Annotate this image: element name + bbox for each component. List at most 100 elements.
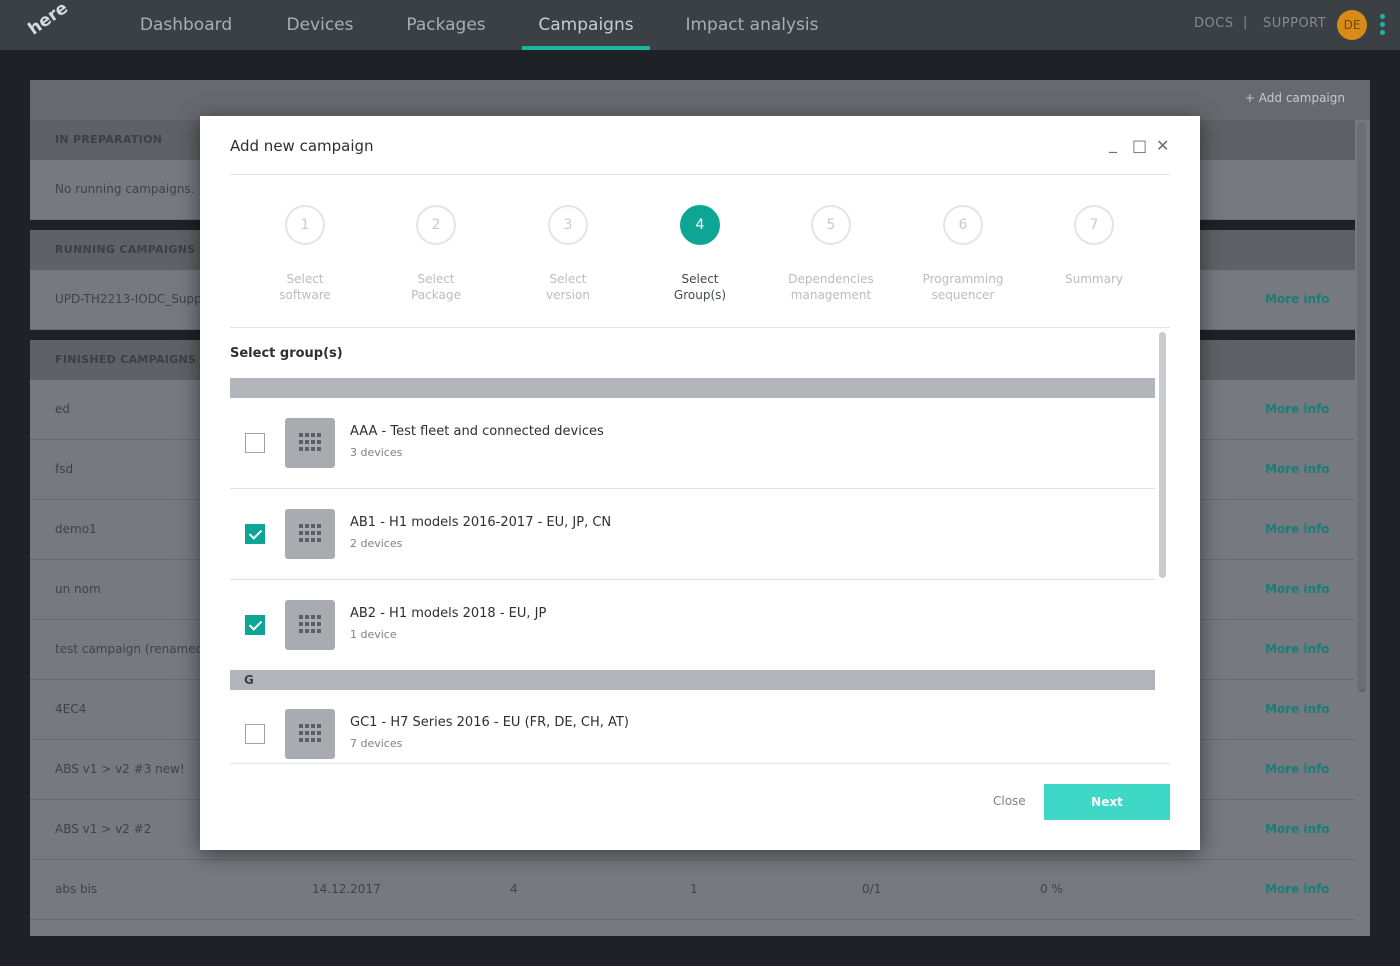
letter-header (230, 378, 1155, 398)
group-name: AAA - Test fleet and connected devices (350, 424, 604, 439)
nav-packages[interactable]: Packages (391, 0, 501, 50)
here-logo[interactable]: here (25, 0, 72, 47)
list-title: Select group(s) (230, 346, 343, 361)
support-link[interactable]: SUPPORT (1263, 16, 1326, 31)
group-device-count: 2 devices (350, 537, 403, 550)
more-info-link[interactable]: More info (1265, 642, 1330, 656)
list-scrollbar[interactable] (1159, 332, 1166, 578)
campaign-date: 14.12.2017 (312, 882, 381, 896)
step-label: Summary (1065, 272, 1123, 286)
letter-header: G (230, 670, 1155, 690)
step-number: 5 (811, 205, 851, 245)
step-label: Select (681, 272, 719, 286)
nav-dashboard[interactable]: Dashboard (126, 0, 246, 50)
group-row[interactable]: AAA - Test fleet and connected devices 3… (230, 398, 1155, 489)
group-device-count: 3 devices (350, 446, 403, 459)
more-menu-icon[interactable] (1380, 14, 1386, 38)
step-3: 3 Select version (503, 205, 633, 303)
group-name: AB1 - H1 models 2016-2017 - EU, JP, CN (350, 515, 612, 530)
campaign-name: un nom (55, 582, 101, 596)
group-checkbox[interactable] (245, 724, 265, 744)
more-info-link[interactable]: More info (1265, 402, 1330, 416)
step-number: 2 (416, 205, 456, 245)
step-7: 7 Summary (1029, 205, 1159, 287)
group-checkbox[interactable] (245, 524, 265, 544)
campaign-name: ed (55, 402, 70, 416)
campaign-devices: 1 (690, 882, 698, 896)
more-info-link[interactable]: More info (1265, 762, 1330, 776)
minimize-icon[interactable]: _ (1109, 136, 1117, 152)
step-label: Dependencies (788, 272, 874, 286)
close-button[interactable]: Close (993, 794, 1026, 808)
step-4: 4 Select Group(s) (635, 205, 765, 303)
campaign-name: test campaign (renamed) (55, 642, 208, 656)
modal-divider (230, 174, 1170, 175)
table-row[interactable]: abs bis 14.12.2017 4 1 0/1 0 % More info (30, 860, 1355, 920)
step-6: 6 Programming sequencer (898, 205, 1028, 303)
group-checkbox[interactable] (245, 433, 265, 453)
group-row[interactable]: AB2 - H1 models 2018 - EU, JP 1 device (230, 580, 1155, 671)
nav-devices[interactable]: Devices (270, 0, 370, 50)
step-number: 1 (285, 205, 325, 245)
step-1: 1 Select software (240, 205, 370, 303)
campaign-name: 4EC4 (55, 702, 87, 716)
campaign-name: abs bis (55, 882, 98, 896)
step-label: Programming (922, 272, 1004, 286)
close-icon[interactable]: ✕ (1156, 138, 1169, 154)
group-icon (285, 709, 335, 759)
step-number: 4 (680, 205, 720, 245)
campaign-groups: 4 (510, 882, 518, 896)
nav-campaigns[interactable]: Campaigns (522, 0, 650, 50)
group-name: AB2 - H1 models 2018 - EU, JP (350, 606, 547, 621)
group-icon (285, 418, 335, 468)
group-list: Select group(s) AAA - Test fleet and con… (230, 327, 1170, 764)
step-number: 7 (1074, 205, 1114, 245)
step-label: Group(s) (673, 288, 727, 302)
nav-impact-analysis[interactable]: Impact analysis (672, 0, 832, 50)
group-icon (285, 600, 335, 650)
step-label: Select (417, 272, 455, 286)
group-icon (285, 509, 335, 559)
step-2: 2 Select Package (371, 205, 501, 303)
nav-separator: | (1243, 15, 1248, 30)
step-number: 3 (548, 205, 588, 245)
step-label: Package (411, 288, 461, 302)
group-row[interactable]: AB1 - H1 models 2016-2017 - EU, JP, CN 2… (230, 489, 1155, 580)
campaign-status: 0/1 (862, 882, 882, 896)
more-info-link[interactable]: More info (1265, 522, 1330, 536)
more-info-link[interactable]: More info (1265, 822, 1330, 836)
group-device-count: 1 device (350, 628, 397, 641)
group-row[interactable]: GC1 - H7 Series 2016 - EU (FR, DE, CH, A… (230, 690, 1155, 763)
panel-header: + Add campaign (30, 80, 1370, 120)
docs-link[interactable]: DOCS (1194, 16, 1234, 31)
top-navbar: here Dashboard Devices Packages Campaign… (0, 0, 1400, 50)
page-scrollbar[interactable] (1357, 122, 1366, 690)
step-label: Select (549, 272, 587, 286)
user-avatar[interactable]: DE (1337, 10, 1367, 40)
campaign-progress: 0 % (1040, 882, 1063, 896)
next-button[interactable]: Next (1044, 784, 1170, 820)
more-info-link[interactable]: More info (1265, 882, 1330, 896)
more-info-link[interactable]: More info (1265, 582, 1330, 596)
step-label: Select (286, 272, 324, 286)
maximize-icon[interactable]: □ (1132, 138, 1147, 154)
no-running-text: No running campaigns. (55, 182, 195, 196)
step-label: software (279, 288, 331, 302)
more-info-link[interactable]: More info (1265, 292, 1330, 306)
step-label: management (790, 288, 872, 302)
add-campaign-modal: Add new campaign _ □ ✕ 1 Select software … (200, 116, 1200, 850)
more-info-link[interactable]: More info (1265, 462, 1330, 476)
group-checkbox[interactable] (245, 615, 265, 635)
step-number: 6 (943, 205, 983, 245)
campaign-name: fsd (55, 462, 74, 476)
group-device-count: 7 devices (350, 737, 403, 750)
campaign-name: demo1 (55, 522, 97, 536)
modal-title: Add new campaign (230, 137, 374, 155)
add-campaign-button[interactable]: + Add campaign (1245, 91, 1345, 105)
campaign-name: ABS v1 > v2 #3 new! (55, 762, 185, 776)
step-5: 5 Dependencies management (766, 205, 896, 303)
campaign-name: ABS v1 > v2 #2 (55, 822, 152, 836)
campaign-name: UPD-TH2213-IODC_Support (55, 292, 219, 306)
more-info-link[interactable]: More info (1265, 702, 1330, 716)
step-label: version (546, 288, 590, 302)
